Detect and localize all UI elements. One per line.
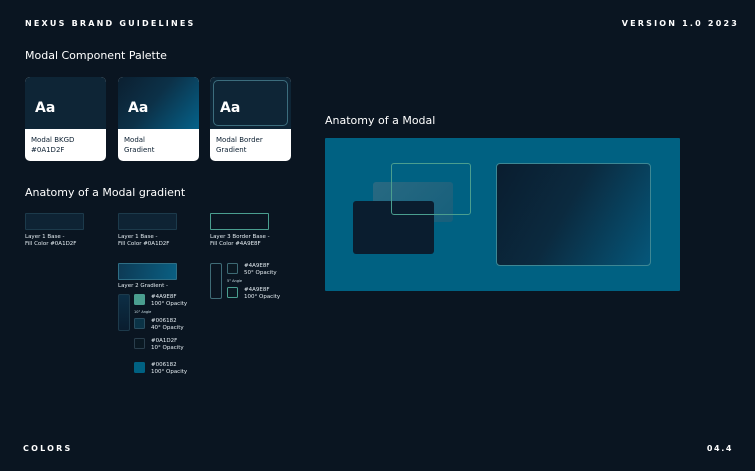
composite-modal	[496, 163, 651, 266]
page-number: 04.4	[706, 444, 733, 453]
gradient-anatomy-heading: Anatomy of a Modal gradient	[25, 186, 186, 199]
layer3-label: Layer 3 Border Base - Fill Color #4A9E8F	[210, 234, 270, 247]
color-stop-swatch	[227, 263, 238, 274]
palette-heading: Modal Component Palette	[25, 49, 167, 62]
color-stop-label: #006182 40° Opacity	[151, 318, 184, 331]
layer1-swatch	[118, 213, 177, 230]
color-stop-swatch	[134, 318, 145, 329]
color-stop-swatch	[134, 362, 145, 373]
layer2-gradient-bar	[118, 294, 130, 331]
layer2-label: Layer 2 Gradient -	[118, 283, 169, 289]
modal-anatomy-heading: Anatomy of a Modal	[325, 114, 436, 127]
swatch-bkgd: Aa	[25, 77, 106, 129]
angle-label: 10° Angle	[134, 310, 152, 314]
swatch-border: Aa	[210, 77, 291, 129]
layer3-border-layer	[391, 163, 471, 215]
layer3-gradient-bar	[210, 263, 222, 299]
layer1-swatch	[25, 213, 84, 230]
color-stop-swatch	[227, 287, 238, 298]
modal-anatomy-panel	[325, 138, 680, 291]
layer1-label: Layer 1 Base - Fill Color #0A1D2F	[118, 234, 170, 247]
palette-card-border: Aa Modal Border Gradient	[210, 77, 291, 161]
layer2-swatch	[118, 263, 177, 280]
type-sample: Aa	[220, 100, 241, 116]
card-label: Modal BKGD #0A1D2F	[31, 136, 75, 154]
version-label: VERSION 1.0 2023	[621, 19, 739, 28]
color-stop-label: #006182 100° Opacity	[151, 362, 188, 375]
layer3-swatch	[210, 213, 269, 230]
angle-label: 5° Angle	[227, 279, 243, 283]
color-stop-label: #4A9E8F 50° Opacity	[244, 263, 277, 276]
swatch-gradient: Aa	[118, 77, 199, 129]
color-stop-label: #4A9E8F 100° Opacity	[151, 294, 188, 307]
type-sample: Aa	[35, 100, 56, 116]
layer1-label: Layer 1 Base - Fill Color #0A1D2F	[25, 234, 77, 247]
document-title: NEXUS BRAND GUIDELINES	[25, 19, 196, 28]
color-stop-label: #0A1D2F 10° Opacity	[151, 338, 184, 351]
card-label: Modal Gradient	[124, 136, 155, 154]
color-stop-swatch	[134, 338, 145, 349]
type-sample: Aa	[128, 100, 149, 116]
card-label: Modal Border Gradient	[216, 136, 263, 154]
color-stop-swatch	[134, 294, 145, 305]
palette-card-bkgd: Aa Modal BKGD #0A1D2F	[25, 77, 106, 161]
palette-card-gradient: Aa Modal Gradient	[118, 77, 199, 161]
color-stop-label: #4A9E8F 100° Opacity	[244, 287, 281, 300]
section-label: COLORS	[23, 444, 73, 453]
